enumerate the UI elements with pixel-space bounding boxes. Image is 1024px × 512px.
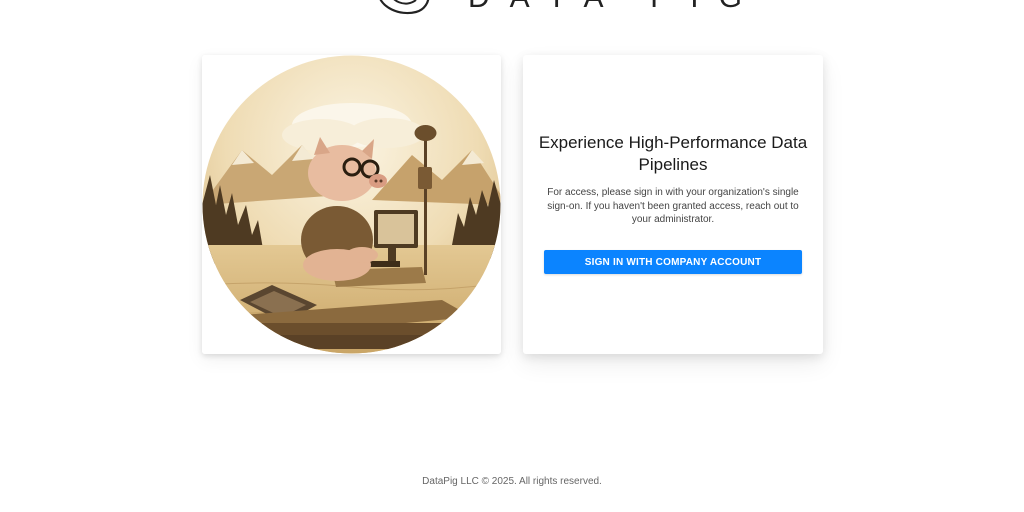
login-page: DATA PIG xyxy=(0,0,1024,512)
login-title: Experience High-Performance Data Pipelin… xyxy=(538,133,808,174)
pig-logo-icon xyxy=(379,0,430,15)
sso-sign-in-button[interactable]: SIGN IN WITH COMPANY ACCOUNT xyxy=(544,250,802,274)
login-description: For access, please sign in with your org… xyxy=(547,187,799,225)
brand-wordmark: DATA PIG xyxy=(468,0,762,18)
pig-on-raft-illustration xyxy=(202,55,501,354)
footer-copyright: DataPig LLC © 2025. All rights reserved. xyxy=(422,476,602,487)
brand-logo: DATA PIG xyxy=(372,0,762,18)
hero-image-card xyxy=(202,55,501,354)
login-card: Experience High-Performance Data Pipelin… xyxy=(523,55,823,354)
